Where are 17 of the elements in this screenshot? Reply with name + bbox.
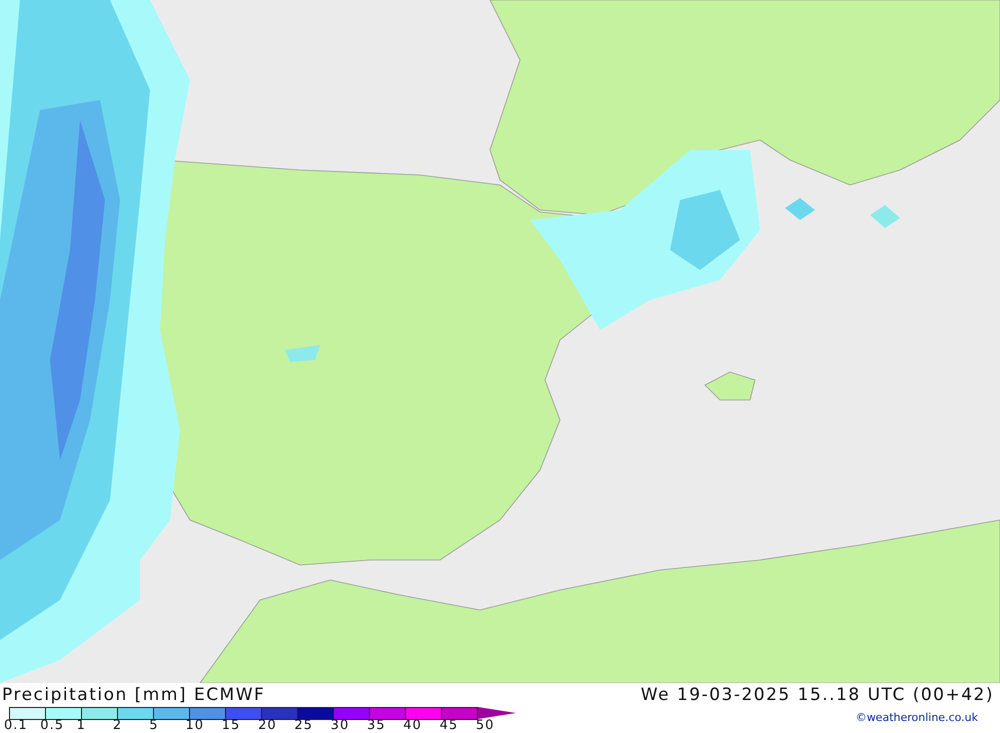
legend-label: 35 [366, 718, 386, 733]
legend-label: 50 [476, 718, 494, 733]
credit-link[interactable]: ©weatheronline.co.uk [856, 711, 978, 724]
valid-time: We 19-03-2025 15..18 UTC (00+42) [640, 685, 994, 705]
legend-label: 2 [112, 718, 122, 733]
legend-label: 25 [294, 718, 313, 733]
legend-label: 30 [330, 718, 350, 733]
legend-label: 0.1 [4, 718, 28, 733]
legend-label: 5 [149, 718, 158, 733]
legend-label: 15 [222, 718, 240, 733]
map-title: Precipitation [mm] ECMWF [2, 685, 266, 705]
legend-label: 40 [403, 718, 422, 733]
legend-label: 20 [258, 718, 277, 733]
legend-label: 1 [76, 718, 86, 733]
legend-label: 0.5 [40, 718, 64, 733]
legend-label: 10 [185, 718, 204, 733]
legend-label: 45 [440, 718, 458, 733]
